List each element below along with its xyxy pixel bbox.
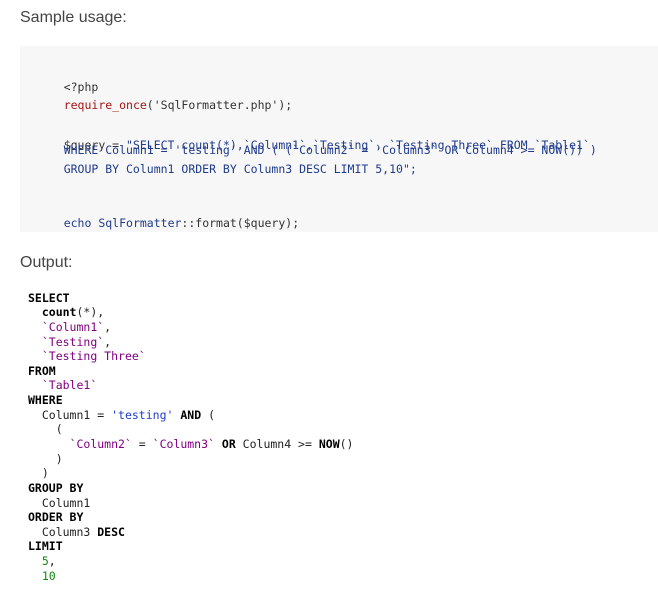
out-testing: `Testing`, [41, 335, 112, 349]
out-inner-condition: `Column2` = `Column3` OR Column4 >= NOW(… [69, 437, 354, 451]
require-once-keyword: require_once [63, 98, 147, 112]
php-code-block: <?php require_once('SqlFormatter.php'); … [20, 46, 658, 232]
out-select: SELECT [28, 291, 70, 305]
sample-usage-heading: Sample usage: [20, 9, 127, 26]
class-name: SqlFormatter [98, 216, 182, 230]
out-paren-close: ) [41, 466, 49, 480]
require-arg: ('SqlFormatter.php'); [146, 98, 293, 112]
out-paren-open: ( [55, 422, 63, 436]
code-line-2: require_once('SqlFormatter.php'); [36, 84, 293, 126]
out-group-col: Column1 [41, 496, 91, 510]
out-table1: `Table1` [41, 378, 98, 392]
out-limit: LIMIT [28, 539, 63, 553]
out-paren-close-inner: ) [55, 452, 63, 466]
code-line-6: echo SqlFormatter::format($query); [36, 202, 299, 244]
out-limit-10: 10 [41, 569, 56, 583]
code-line-5: GROUP BY Column1 ORDER BY Column3 DESC L… [36, 162, 417, 176]
echo-keyword: echo [63, 216, 99, 230]
out-column1: `Column1`, [41, 320, 112, 334]
out-where: WHERE [28, 393, 63, 407]
out-condition: Column1 = 'testing' AND ( [41, 408, 216, 422]
out-limit-5: 5, [41, 554, 56, 568]
out-group-by: GROUP BY [28, 481, 84, 495]
out-testing-three: `Testing Three` [41, 349, 146, 363]
format-call: ::format($query); [181, 216, 300, 230]
out-from: FROM [28, 364, 56, 378]
output-heading: Output: [20, 254, 73, 271]
out-order-col: Column3 DESC [41, 525, 125, 539]
out-count: count(*), [41, 305, 105, 319]
code-line-4: WHERE Column1 = 'testing' AND ( (`Column… [36, 143, 597, 157]
out-order-by: ORDER BY [28, 510, 84, 524]
